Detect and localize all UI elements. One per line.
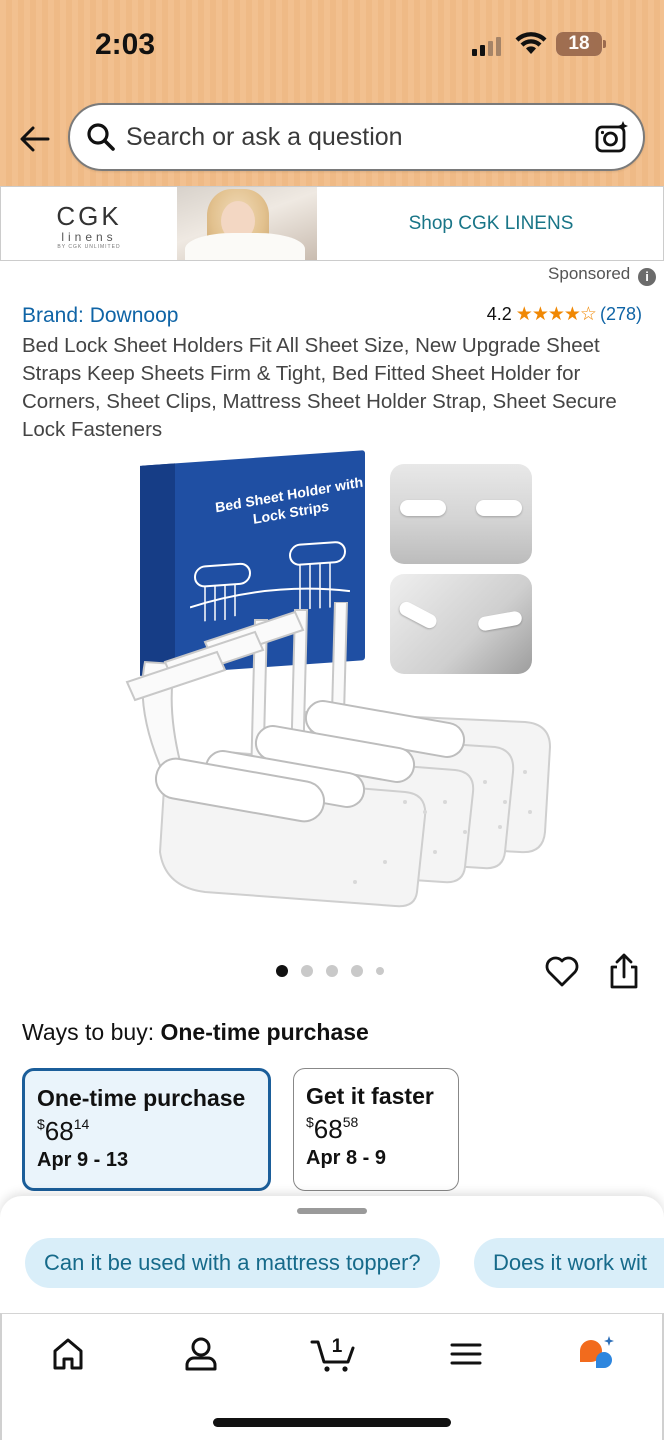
home-indicator[interactable] (213, 1418, 451, 1427)
info-icon[interactable]: i (638, 268, 656, 286)
sheet-grabber[interactable] (297, 1208, 367, 1214)
brand-logo-name: CGK (56, 201, 122, 231)
account-icon[interactable] (181, 1334, 221, 1374)
rating-count[interactable]: (278) (600, 304, 642, 324)
box-label: Bed Sheet Holder with Lock Strips (214, 473, 364, 527)
questions-sheet[interactable]: Can it be used with a mattress topper? D… (0, 1196, 664, 1316)
question-chip[interactable]: Can it be used with a mattress topper? (25, 1238, 440, 1288)
sponsored-label[interactable]: Sponsored i (548, 264, 656, 286)
wifi-icon (515, 32, 547, 54)
search-input[interactable] (126, 119, 586, 155)
signal-icon (472, 36, 504, 56)
option-one-time-purchase[interactable]: One-time purchase $6814 Apr 9 - 13 (22, 1068, 271, 1191)
brand-logo[interactable]: CGK linens BY CGK UNLIMITED (1, 187, 177, 260)
battery-cap (603, 40, 606, 48)
brand-logo-tag: BY CGK UNLIMITED (57, 244, 121, 250)
battery-level: 18 (568, 33, 590, 54)
sheet-holders-image (125, 602, 552, 908)
sponsored-text: Sponsored (548, 264, 631, 283)
option-dates: Apr 8 - 9 (306, 1147, 387, 1169)
rufus-icon[interactable] (576, 1334, 616, 1374)
product-title: Bed Lock Sheet Holders Fit All Sheet Siz… (22, 334, 617, 441)
shop-brand-link[interactable]: Shop CGK LINENS (317, 187, 664, 260)
ways-value: One-time purchase (160, 1019, 369, 1045)
camera-search-icon[interactable] (595, 120, 629, 154)
status-time: 2:03 (95, 28, 156, 61)
rating-stars-icon: ★★★★☆ (515, 304, 597, 325)
carousel-dot[interactable] (351, 965, 363, 977)
question-chip[interactable]: Does it work wit (474, 1238, 664, 1288)
brand-logo-sub: linens (61, 230, 117, 244)
sponsored-banner[interactable]: CGK linens BY CGK UNLIMITED Shop CGK LIN… (0, 186, 664, 261)
option-name: One-time purchase (37, 1085, 246, 1111)
ways-label: Ways to buy: (22, 1019, 155, 1045)
carousel-dot[interactable] (276, 965, 288, 977)
ways-to-buy: Ways to buy: One-time purchase (22, 1019, 369, 1046)
cart-count: 1 (332, 1336, 343, 1357)
search-bar[interactable] (68, 103, 645, 171)
share-icon[interactable] (606, 951, 642, 991)
carousel-dot[interactable] (376, 967, 384, 975)
product-page: 2:03 18 Search or ask a question CGK lin… (0, 0, 664, 1440)
detail-image-1 (390, 464, 532, 564)
cart-icon[interactable]: 1 (310, 1334, 358, 1374)
carousel-dot[interactable] (326, 965, 338, 977)
header: 2:03 18 (0, 0, 664, 186)
back-arrow-icon[interactable] (18, 122, 52, 156)
rating[interactable]: 4.2 ★★★★☆ (278) (487, 303, 642, 326)
option-price: $6858 (306, 1114, 359, 1144)
heart-icon[interactable] (544, 953, 580, 989)
battery-icon: 18 (556, 32, 602, 56)
carousel-dot[interactable] (301, 965, 313, 977)
menu-icon[interactable] (446, 1334, 486, 1374)
option-get-it-faster[interactable]: Get it faster $6858 Apr 8 - 9 (293, 1068, 459, 1191)
search-icon (87, 123, 115, 151)
option-price: $6814 (37, 1116, 90, 1146)
option-dates: Apr 9 - 13 (37, 1149, 129, 1171)
home-icon[interactable] (48, 1334, 88, 1374)
rating-value: 4.2 (486, 304, 512, 324)
banner-image[interactable] (177, 187, 317, 260)
option-name: Get it faster (306, 1083, 434, 1109)
brand-link[interactable]: Brand: Downoop (22, 304, 178, 328)
product-image[interactable]: Bed Sheet Holder with Lock Strips (105, 450, 560, 912)
